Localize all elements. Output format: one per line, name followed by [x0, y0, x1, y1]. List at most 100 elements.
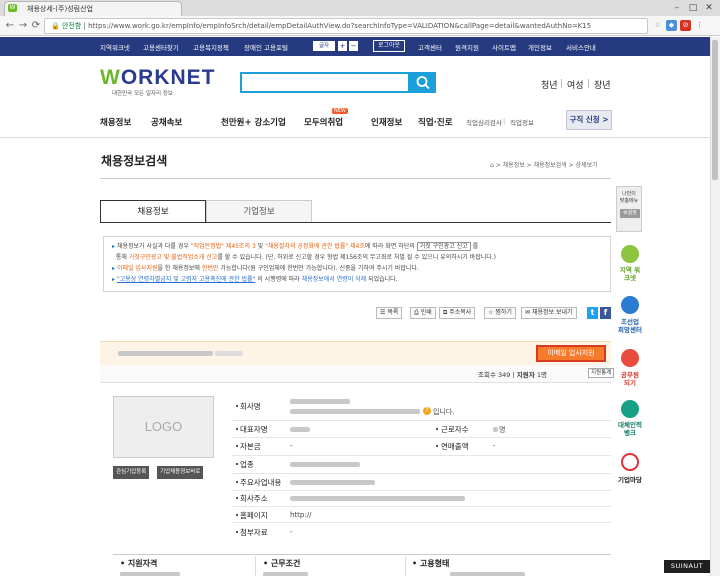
browser-tab[interactable]: 채용상세-(주)성림산업 — [4, 1, 182, 16]
util-link-employment-center[interactable]: 고용센터찾기 — [143, 42, 179, 52]
search-input[interactable] — [240, 72, 410, 93]
menu-psych-test[interactable]: 직업심리검사 — [466, 117, 502, 127]
url-text: https://www.work.go.kr/empInfo/empInfoSr… — [88, 22, 592, 30]
back-icon[interactable]: ← — [4, 20, 16, 32]
quick-local-worknet[interactable]: 지역 워크넷 — [618, 266, 642, 282]
audience-senior-link[interactable]: 장년 — [594, 78, 611, 91]
print-button[interactable]: ⎙ 인쇄 — [410, 307, 436, 319]
util-link-disabled-portal[interactable]: 장애인 고용포털 — [244, 42, 288, 52]
logo-tagline: 대한민국 모든 일자리 정보 — [112, 91, 173, 97]
util-link-local-worknet[interactable]: 지역워크넷 — [100, 42, 130, 52]
menu-job-info[interactable]: 채용정보 — [100, 116, 131, 128]
field-bullet — [236, 405, 238, 407]
close-icon[interactable]: ✕ — [702, 2, 716, 14]
copy-address-button[interactable]: ⧉ 주소복사 — [439, 307, 476, 319]
util-link-sitemap[interactable]: 사이트맵 — [492, 42, 516, 52]
new-badge: NEW — [332, 108, 348, 114]
util-link-privacy[interactable]: 개인정보 — [528, 42, 552, 52]
shipbuilding-center-icon — [621, 296, 639, 314]
util-link-customer-center[interactable]: 고객센터 — [418, 42, 442, 52]
quick-substitute-workforce[interactable]: 대체인력 뱅크 — [618, 421, 642, 437]
field-divider — [232, 437, 611, 438]
page-title: 채용정보검색 — [101, 154, 168, 168]
browser-menu-icon[interactable]: ⋮ — [694, 20, 705, 31]
logout-button[interactable]: 로그아웃 — [373, 40, 405, 52]
homepage-link[interactable]: http:// — [290, 511, 311, 519]
search-button[interactable] — [410, 72, 436, 93]
audience-divider — [588, 79, 589, 88]
worknet-favicon-icon: W — [8, 4, 17, 12]
breadcrumb: ⌂ > 채용정보 > 채용정보검색 > 상세보기 — [490, 162, 598, 169]
minimize-icon[interactable]: – — [670, 2, 684, 14]
font-increase-icon[interactable]: + — [338, 41, 347, 51]
tab-company-info[interactable]: 기업정보 — [206, 200, 312, 223]
maximize-icon[interactable]: □ — [686, 2, 700, 14]
local-worknet-icon — [621, 245, 639, 263]
font-decrease-icon[interactable]: − — [349, 41, 358, 51]
bookmark-star-icon[interactable]: ☆ — [652, 20, 663, 31]
extension-icon[interactable]: ◆ — [666, 20, 677, 31]
field-divider — [232, 490, 611, 491]
field-divider — [232, 522, 611, 523]
biz-info-icon — [621, 453, 639, 471]
interest-company-button[interactable]: 관심기업등록 — [113, 466, 150, 479]
title-divider — [100, 178, 611, 179]
menu-public-recruit[interactable]: 공채속보 — [151, 116, 182, 128]
field-bullet — [236, 531, 238, 533]
quick-biz-info[interactable]: 기업마당 — [618, 476, 642, 484]
notice-line-2: 통해 거짓구인광고 및 불법직업소개 신고를 할 수 있습니다. (단, 허위로… — [115, 254, 497, 261]
redacted-employment — [450, 572, 525, 576]
section-divider — [405, 556, 406, 576]
company-name-suffix: 입니다. — [433, 408, 455, 416]
redacted-business — [290, 480, 375, 485]
views-count: 349 — [498, 371, 511, 379]
redacted-employees — [493, 427, 498, 432]
quick-shipbuilding-center[interactable]: 조선업 희망센터 — [618, 318, 642, 334]
adblock-icon[interactable]: ⊘ — [680, 20, 691, 31]
util-link-remote-support[interactable]: 원격지원 — [455, 42, 479, 52]
watermark-badge: SUINAUT — [664, 560, 710, 573]
field-divider — [232, 455, 611, 456]
menu-career[interactable]: 직업·진로 — [418, 116, 453, 128]
apply-stats-button[interactable]: 지원통계 — [588, 368, 615, 378]
audience-women-link[interactable]: 여성 — [567, 78, 584, 91]
menu-everyone-employment[interactable]: 모두의취업 — [304, 116, 343, 128]
reload-icon[interactable]: ⟳ — [30, 20, 42, 32]
worknet-logo[interactable]: WORKNET — [100, 66, 216, 90]
menu-strong-sme[interactable]: 천만원+ 강소기업 — [221, 116, 286, 128]
menu-job-dictionary[interactable]: 직업정보 — [510, 117, 534, 127]
quick-menu-setting-button[interactable]: ⚙설정 — [620, 209, 640, 218]
field-bullet — [236, 481, 238, 483]
quick-civil-servant[interactable]: 공무원 되기 — [618, 371, 642, 387]
email-apply-button[interactable]: 이메일 입사지원 — [536, 345, 606, 362]
label-business: 주요사업내용 — [240, 478, 282, 487]
audience-youth-link[interactable]: 청년 — [541, 78, 558, 91]
font-size-control[interactable]: 글자 — [313, 41, 335, 51]
lock-icon: 🔒 — [51, 22, 60, 30]
redacted-qualification — [120, 572, 180, 576]
legal-notice-box: ▸ 채용정보가 사실과 다를 경우 "직업안정법" 제45조의 3 및 "채용절… — [103, 236, 611, 292]
company-logo-placeholder: LOGO — [113, 396, 214, 458]
tab-job-info[interactable]: 채용정보 — [100, 200, 206, 223]
label-ceo: 대표자명 — [240, 425, 268, 434]
scrollbar-thumb[interactable] — [712, 40, 718, 180]
redacted-job-title — [215, 351, 243, 356]
help-icon[interactable]: ? — [423, 407, 431, 415]
url-input[interactable]: 🔒 안전함 | https://www.work.go.kr/empInfo/e… — [44, 18, 648, 34]
menu-talent-info[interactable]: 인재정보 — [371, 116, 402, 128]
util-link-service-guide[interactable]: 서비스안내 — [566, 42, 596, 52]
list-button[interactable]: ☰ 목록 — [376, 307, 403, 319]
report-false-ad-link[interactable]: 거짓 구인광고 신고 — [416, 242, 471, 251]
section-qualifications: • 지원자격 — [120, 559, 158, 568]
facebook-icon[interactable]: f — [600, 307, 611, 319]
scrap-button[interactable]: ☆ 찜하기 — [484, 307, 516, 319]
notice-line-1: ▸ 채용정보가 사실과 다를 경우 "직업안정법" 제45조의 3 및 "채용절… — [112, 242, 479, 251]
util-link-welfare-policy[interactable]: 고용복지정책 — [193, 42, 229, 52]
twitter-icon[interactable]: t — [587, 307, 598, 319]
company-jobs-button[interactable]: 기업채용정보바로 — [157, 466, 204, 479]
job-seeker-apply-button[interactable]: 구직 신청 > — [566, 110, 612, 130]
field-bullet — [236, 497, 238, 499]
redacted-company-name — [118, 351, 213, 356]
forward-icon[interactable]: → — [17, 20, 29, 32]
send-job-button[interactable]: ✉ 채용정보 보내기 — [521, 307, 577, 319]
